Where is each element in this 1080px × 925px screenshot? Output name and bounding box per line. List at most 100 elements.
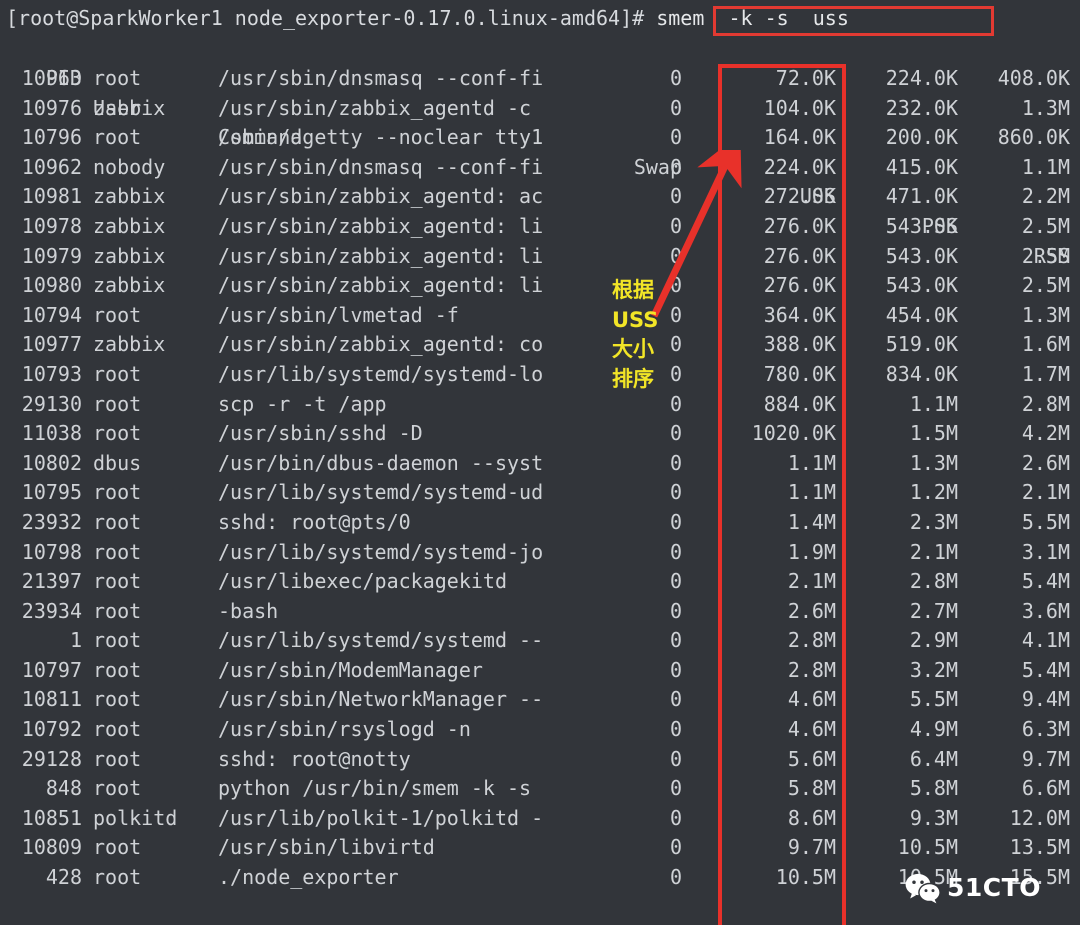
cell-swap: 0 [669,628,682,653]
cell-uss: 104.0K [763,95,836,120]
cell-swap: 0 [669,125,682,150]
cell-swap: 0 [669,154,682,179]
cell-command: sshd: root@pts/0 [218,509,411,534]
cell-rss: 2.6M [1021,450,1070,475]
table-row: 10978 zabbix/usr/sbin/zabbix_agentd: li 0 2… [0,212,1080,242]
cell-command: /usr/lib/systemd/systemd-jo [218,539,544,564]
table-row: 23934 root -bash 0 2.6M 2.7M 3.6M [0,597,1080,627]
cell-rss: 2.8M [1021,391,1070,416]
cell-swap: 0 [669,776,682,801]
cell-rss: 860.0K [997,125,1070,150]
cell-swap: 0 [669,421,682,446]
cell-pid: 10976 [21,95,82,120]
shell-prompt-line: [root@SparkWorker1 node_exporter-0.17.0.… [6,4,849,34]
cell-uss: 388.0K [763,332,836,357]
cell-rss: 5.4M [1021,657,1070,682]
cell-user: root [93,657,142,682]
table-row: 10963 root/usr/sbin/dnsmasq --conf-fi 0 72.… [0,64,1080,94]
cell-uss: 1020.0K [751,421,836,446]
cell-pid: 29128 [21,746,82,771]
cell-command: /usr/sbin/rsyslogd -n [218,717,471,742]
cell-user: root [93,361,142,386]
cell-rss: 2.5M [1021,273,1070,298]
cell-command: /usr/lib/polkit-1/polkitd - [218,805,544,830]
cell-rss: 5.4M [1021,569,1070,594]
cell-user: root [93,628,142,653]
cell-command: /usr/sbin/NetworkManager -- [218,687,544,712]
table-row: 1 root/usr/lib/systemd/systemd -- 0 2.8M 2.9… [0,626,1080,656]
cell-pid: 10978 [21,213,82,238]
cell-rss: 4.1M [1021,628,1070,653]
cell-swap: 0 [669,66,682,90]
cell-pss: 3.2M [909,657,958,682]
cell-pss: 224.0K [885,66,958,90]
cell-user: nobody [93,154,166,179]
cell-pid: 23934 [21,598,82,623]
cell-pid: 848 [45,776,82,801]
table-row: 21397 root/usr/libexec/packagekitd 0 2.1M 2.… [0,567,1080,597]
cell-user: zabbix [93,243,166,268]
cell-swap: 0 [669,717,682,742]
cell-rss: 4.2M [1021,421,1070,446]
table-row: 10797 root/usr/sbin/ModemManager 0 2.8M 3.2M… [0,656,1080,686]
cell-pid: 10963 [21,66,82,90]
cell-swap: 0 [669,598,682,623]
cell-swap: 0 [669,213,682,238]
cell-pid: 10962 [21,154,82,179]
cell-pid: 10792 [21,717,82,742]
cell-pss: 519.0K [885,332,958,357]
cell-pid: 10811 [21,687,82,712]
cell-pss: 10.5M [897,865,958,890]
cell-command: -bash [218,598,279,623]
cell-uss: 5.6M [787,746,836,771]
cell-command: scp -r -t /app [218,391,387,416]
cell-pid: 10793 [21,361,82,386]
cell-command: /usr/sbin/zabbix_agentd: li [218,273,544,298]
cell-command: /usr/sbin/ModemManager [218,657,483,682]
cell-pss: 10.5M [897,835,958,860]
cell-command: /usr/bin/dbus-daemon --syst [218,450,544,475]
cell-swap: 0 [669,302,682,327]
cell-uss: 5.8M [787,776,836,801]
cell-pss: 6.4M [909,746,958,771]
cell-command: /usr/sbin/zabbix_agentd: li [218,243,544,268]
cell-uss: 4.6M [787,687,836,712]
table-row: 10793 root/usr/lib/systemd/systemd-lo 0 780… [0,360,1080,390]
cell-rss: 15.5M [1009,865,1070,890]
cell-user: root [93,421,142,446]
cell-user: root [93,746,142,771]
cell-pss: 543.0K [885,243,958,268]
cell-user: root [93,598,142,623]
cell-pss: 415.0K [885,154,958,179]
cell-rss: 9.4M [1021,687,1070,712]
cell-pid: 10797 [21,657,82,682]
shell-command: smem -k -s uss [656,6,849,30]
cell-pid: 10981 [21,184,82,209]
cell-pid: 29130 [21,391,82,416]
cell-rss: 1.1M [1021,154,1070,179]
cell-pid: 21397 [21,569,82,594]
table-row: 10795 root/usr/lib/systemd/systemd-ud 0 1.1… [0,478,1080,508]
cell-rss: 2.1M [1021,480,1070,505]
cell-user: zabbix [93,95,166,120]
cell-swap: 0 [669,95,682,120]
cell-pss: 834.0K [885,361,958,386]
cell-user: root [93,865,142,890]
cell-swap: 0 [669,509,682,534]
cell-pss: 543.0K [885,273,958,298]
cell-command: /usr/lib/systemd/systemd -- [218,628,544,653]
cell-uss: 2.8M [787,657,836,682]
cell-uss: 9.7M [787,835,836,860]
cell-swap: 0 [669,480,682,505]
table-row: 10798 root/usr/lib/systemd/systemd-jo 0 1.9… [0,538,1080,568]
cell-command: ./node_exporter [218,865,399,890]
cell-swap: 0 [669,805,682,830]
cell-pss: 5.5M [909,687,958,712]
cell-pss: 1.1M [909,391,958,416]
table-row: 10851 polkitd/usr/lib/polkit-1/polkitd - 0… [0,804,1080,834]
cell-uss: 276.0K [763,243,836,268]
cell-swap: 0 [669,391,682,416]
cell-pid: 10795 [21,480,82,505]
cell-swap: 0 [669,865,682,890]
cell-rss: 2.2M [1021,184,1070,209]
